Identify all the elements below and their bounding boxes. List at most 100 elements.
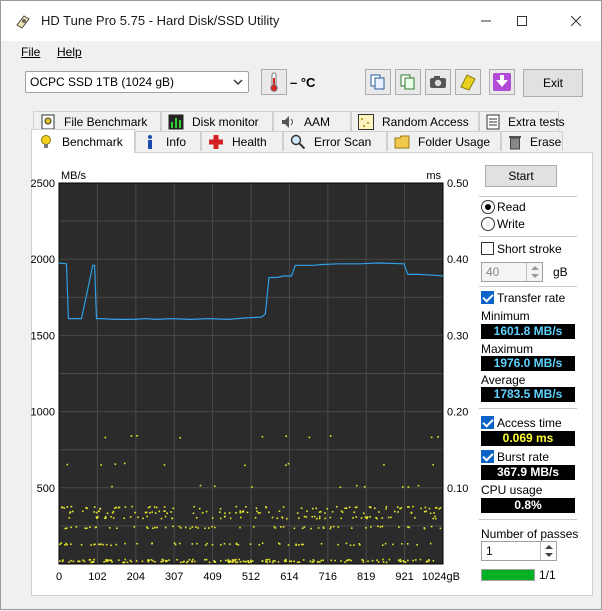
access-time-point xyxy=(266,561,269,564)
passes-spinner[interactable]: 1 xyxy=(481,541,557,561)
minimum-label: Minimum xyxy=(481,309,530,323)
access-time-point xyxy=(376,559,378,562)
access-time-point xyxy=(400,560,402,563)
access-time-point xyxy=(282,506,285,508)
transfer-rate-checkbox[interactable] xyxy=(481,291,494,304)
access-time-point xyxy=(324,512,326,514)
separator xyxy=(479,236,577,237)
access-time-point xyxy=(123,462,126,465)
access-time-point xyxy=(227,559,230,561)
access-time-point xyxy=(303,515,306,518)
access-time-point xyxy=(251,560,254,562)
access-time-point xyxy=(250,560,253,563)
access-time-point xyxy=(161,560,164,563)
access-time-point xyxy=(282,526,285,528)
access-time-point xyxy=(89,526,91,529)
x-tick-label: 409 xyxy=(203,571,221,583)
access-time-point xyxy=(151,542,153,545)
access-time-point xyxy=(355,516,358,518)
access-time-point xyxy=(381,544,384,546)
access-time-point xyxy=(239,510,242,513)
access-time-point xyxy=(432,463,434,466)
access-time-point xyxy=(290,560,293,563)
access-time-point xyxy=(147,559,149,562)
access-time-point xyxy=(172,507,175,510)
access-time-point xyxy=(93,558,95,561)
access-time-point xyxy=(112,510,115,513)
access-time-point xyxy=(130,435,133,437)
access-time-point xyxy=(399,558,402,561)
access-time-point xyxy=(65,527,68,529)
short-stroke-spinner[interactable]: 40 xyxy=(481,262,543,282)
access-time-point xyxy=(234,560,236,562)
access-time-point xyxy=(160,560,162,563)
access-time-point xyxy=(86,527,88,530)
spinner-arrows-icon[interactable] xyxy=(526,263,542,281)
pass-progress-bar xyxy=(481,569,535,581)
access-time-point xyxy=(313,515,316,518)
access-time-point xyxy=(174,543,177,546)
access-time-point xyxy=(410,511,413,514)
access-time-point xyxy=(61,506,64,509)
access-time-point xyxy=(412,559,414,562)
access-time-point xyxy=(238,558,240,561)
access-time-point xyxy=(387,516,390,519)
access-time-point xyxy=(277,561,280,563)
access-time-checkbox[interactable] xyxy=(481,416,494,429)
access-time-point xyxy=(244,464,246,467)
access-time-point xyxy=(124,558,127,561)
access-time-point xyxy=(229,543,231,545)
access-time-point xyxy=(295,543,297,546)
access-time-point xyxy=(337,526,340,528)
access-time-point xyxy=(430,525,433,528)
access-time-point xyxy=(98,543,101,546)
short-stroke-checkbox[interactable] xyxy=(481,242,494,255)
access-time-point xyxy=(278,543,281,545)
access-time-point xyxy=(315,517,318,520)
access-time-point xyxy=(104,436,107,439)
passes-value: 1 xyxy=(486,544,493,558)
access-time-point xyxy=(353,544,355,546)
access-time-point xyxy=(382,558,384,561)
access-time-point xyxy=(362,561,365,563)
access-time-point xyxy=(326,507,329,510)
short-stroke-label: Short stroke xyxy=(497,242,562,256)
x-tick-label: 819 xyxy=(357,571,375,583)
access-time-point xyxy=(371,559,374,562)
write-radio[interactable] xyxy=(481,217,495,231)
access-time-point xyxy=(111,485,113,488)
access-time-point xyxy=(240,516,242,519)
access-time-point xyxy=(236,561,239,563)
lightbulb-icon xyxy=(38,134,54,150)
access-time-point xyxy=(66,463,69,466)
access-time-point xyxy=(401,486,404,488)
access-time-point xyxy=(414,559,417,561)
x-tick-label: 614 xyxy=(280,571,298,583)
access-time-point xyxy=(154,526,156,529)
access-time-point xyxy=(123,561,125,564)
access-time-point xyxy=(180,527,182,529)
access-time-point xyxy=(187,560,189,563)
access-time-point xyxy=(126,561,129,564)
cpu-usage-value: 0.8% xyxy=(481,498,575,513)
burst-rate-checkbox[interactable] xyxy=(481,450,494,463)
read-radio[interactable] xyxy=(481,200,495,214)
tab-benchmark[interactable]: Benchmark xyxy=(31,129,135,153)
access-time-point xyxy=(172,525,174,528)
access-time-point xyxy=(353,511,356,514)
transfer-rate-label: Transfer rate xyxy=(497,291,566,305)
y-right-tick-label: 0.30 xyxy=(447,330,468,342)
access-time-point xyxy=(268,511,270,514)
start-button[interactable]: Start xyxy=(485,165,557,187)
access-time-point xyxy=(398,526,400,528)
access-time-point xyxy=(315,507,317,510)
spinner-arrows-icon[interactable] xyxy=(540,542,556,560)
y-left-axis-label: MB/s xyxy=(61,170,87,182)
access-time-point xyxy=(141,560,144,563)
access-time-point xyxy=(401,543,403,545)
access-time-point xyxy=(149,512,151,514)
access-time-point xyxy=(114,463,117,465)
access-time-point xyxy=(360,517,363,519)
access-time-point xyxy=(335,505,338,508)
access-time-point xyxy=(379,526,382,528)
